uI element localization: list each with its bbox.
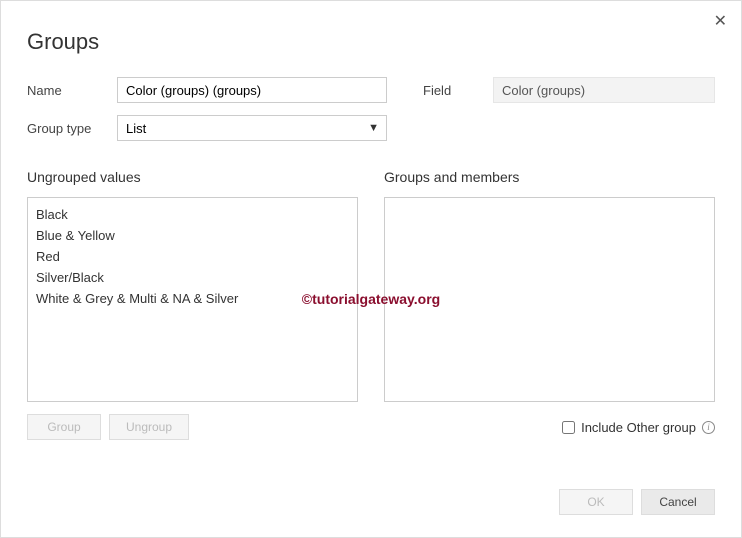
groups-listbox[interactable]: [384, 197, 715, 402]
ungrouped-title: Ungrouped values: [27, 169, 358, 185]
group-type-label: Group type: [27, 121, 117, 136]
group-buttons: Group Ungroup: [27, 414, 189, 440]
name-row: Name Field Color (groups): [27, 77, 715, 103]
include-other-checkbox[interactable]: [562, 421, 575, 434]
below-lists-row: Group Ungroup Include Other group i: [27, 414, 715, 440]
list-item[interactable]: White & Grey & Multi & NA & Silver: [36, 288, 349, 309]
groups-column: Groups and members: [384, 169, 715, 402]
groups-dialog: ✕ Groups Name Field Color (groups) Group…: [1, 1, 741, 460]
ungrouped-column: Ungrouped values Black Blue & Yellow Red…: [27, 169, 358, 402]
group-type-row: Group type List ▼: [27, 115, 715, 141]
name-input[interactable]: [117, 77, 387, 103]
info-icon[interactable]: i: [702, 421, 715, 434]
field-label: Field: [423, 83, 493, 98]
include-other-row[interactable]: Include Other group i: [562, 420, 715, 435]
groups-title: Groups and members: [384, 169, 715, 185]
name-label: Name: [27, 83, 117, 98]
group-type-select[interactable]: List: [117, 115, 387, 141]
ungrouped-listbox[interactable]: Black Blue & Yellow Red Silver/Black Whi…: [27, 197, 358, 402]
close-icon[interactable]: ✕: [714, 11, 727, 31]
dialog-title: Groups: [27, 29, 715, 55]
list-item[interactable]: Black: [36, 204, 349, 225]
ungroup-button[interactable]: Ungroup: [109, 414, 189, 440]
list-item[interactable]: Silver/Black: [36, 267, 349, 288]
include-other-label: Include Other group: [581, 420, 696, 435]
group-button[interactable]: Group: [27, 414, 101, 440]
footer-buttons: OK Cancel: [559, 489, 715, 515]
lists-row: Ungrouped values Black Blue & Yellow Red…: [27, 169, 715, 402]
cancel-button[interactable]: Cancel: [641, 489, 715, 515]
field-display: Color (groups): [493, 77, 715, 103]
ok-button[interactable]: OK: [559, 489, 633, 515]
list-item[interactable]: Red: [36, 246, 349, 267]
list-item[interactable]: Blue & Yellow: [36, 225, 349, 246]
